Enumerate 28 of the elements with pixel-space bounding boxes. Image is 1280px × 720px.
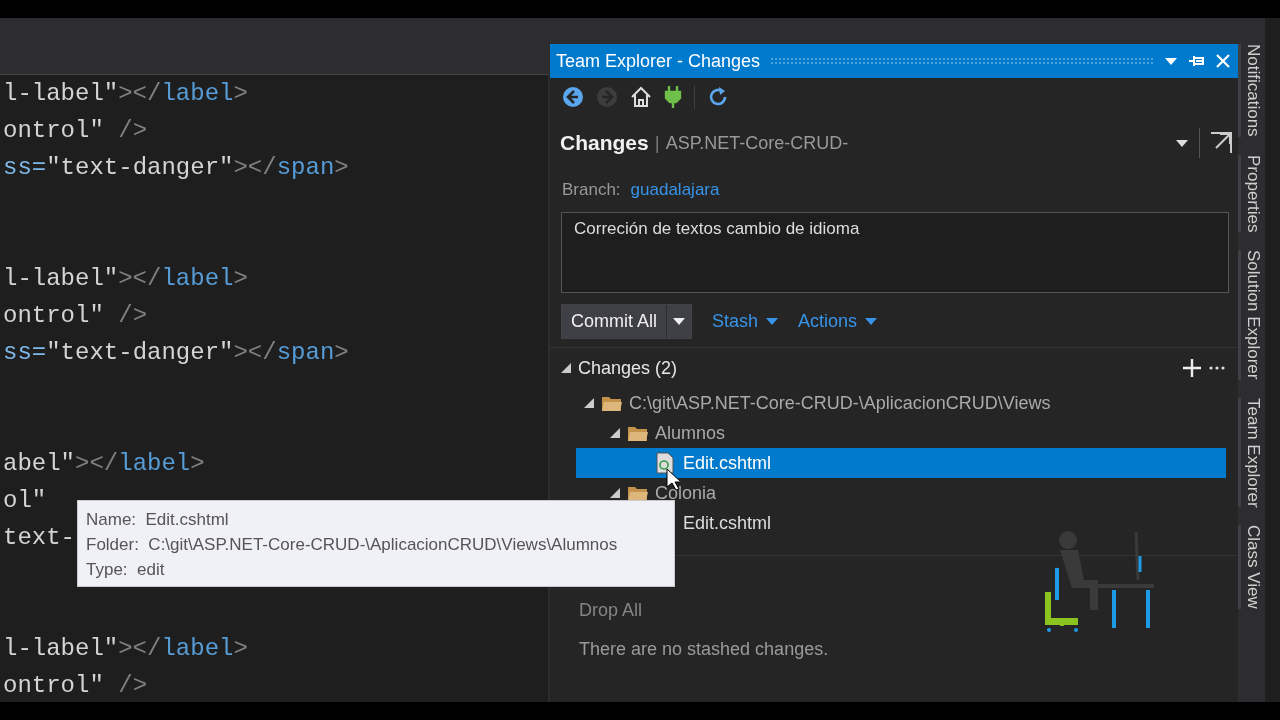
header-separator-text: | [654, 132, 660, 154]
menu-link[interactable]: Actions [798, 311, 878, 332]
branch-label: Branch: [562, 180, 621, 200]
tree-row[interactable]: Alumnos [576, 418, 1226, 448]
code-line: l-label"></label> [3, 79, 248, 109]
tree-row[interactable]: Edit.cshtml [576, 448, 1226, 478]
code-line: ol" [3, 486, 47, 516]
menu-link[interactable]: Stash [712, 311, 779, 332]
tooltip-line: Name: Edit.cshtml [86, 509, 230, 531]
changes-header[interactable]: Changes (2) [578, 357, 1176, 379]
tooltip-line: Type: edit [86, 559, 166, 581]
code-line: l-label"></label> [3, 634, 248, 664]
tree-row[interactable]: C:\git\ASP.NET-Core-CRUD-\AplicacionCRUD\Views [576, 388, 1226, 418]
tooltip-line: Folder: C:\git\ASP.NET-Core-CRUD-\AplicacionCRUD\Views\Alumnos [86, 534, 619, 556]
repository-name: ASP.NET-Core-CRUD- [665, 132, 850, 154]
code-line: ontrol" /> [3, 116, 148, 146]
code-line: ontrol" /> [3, 301, 148, 331]
section-title: Changes [560, 131, 649, 155]
code-line: ss="text-danger"></span> [3, 153, 349, 183]
empty-stash-message: There are no stashed changes. [579, 638, 829, 660]
code-line: ss="text-danger"></span> [3, 338, 349, 368]
code-line: abel"></label> [3, 449, 205, 479]
code-line: text- [3, 523, 75, 553]
branch-link[interactable]: guadalajara [630, 180, 720, 200]
code-line: l-label"></label> [3, 264, 248, 294]
commit-message-field[interactable]: Correción de textos cambio de idioma [561, 212, 1229, 293]
code-line: ontrol" /> [3, 671, 148, 701]
window-title: Team Explorer - Changes [556, 50, 761, 72]
